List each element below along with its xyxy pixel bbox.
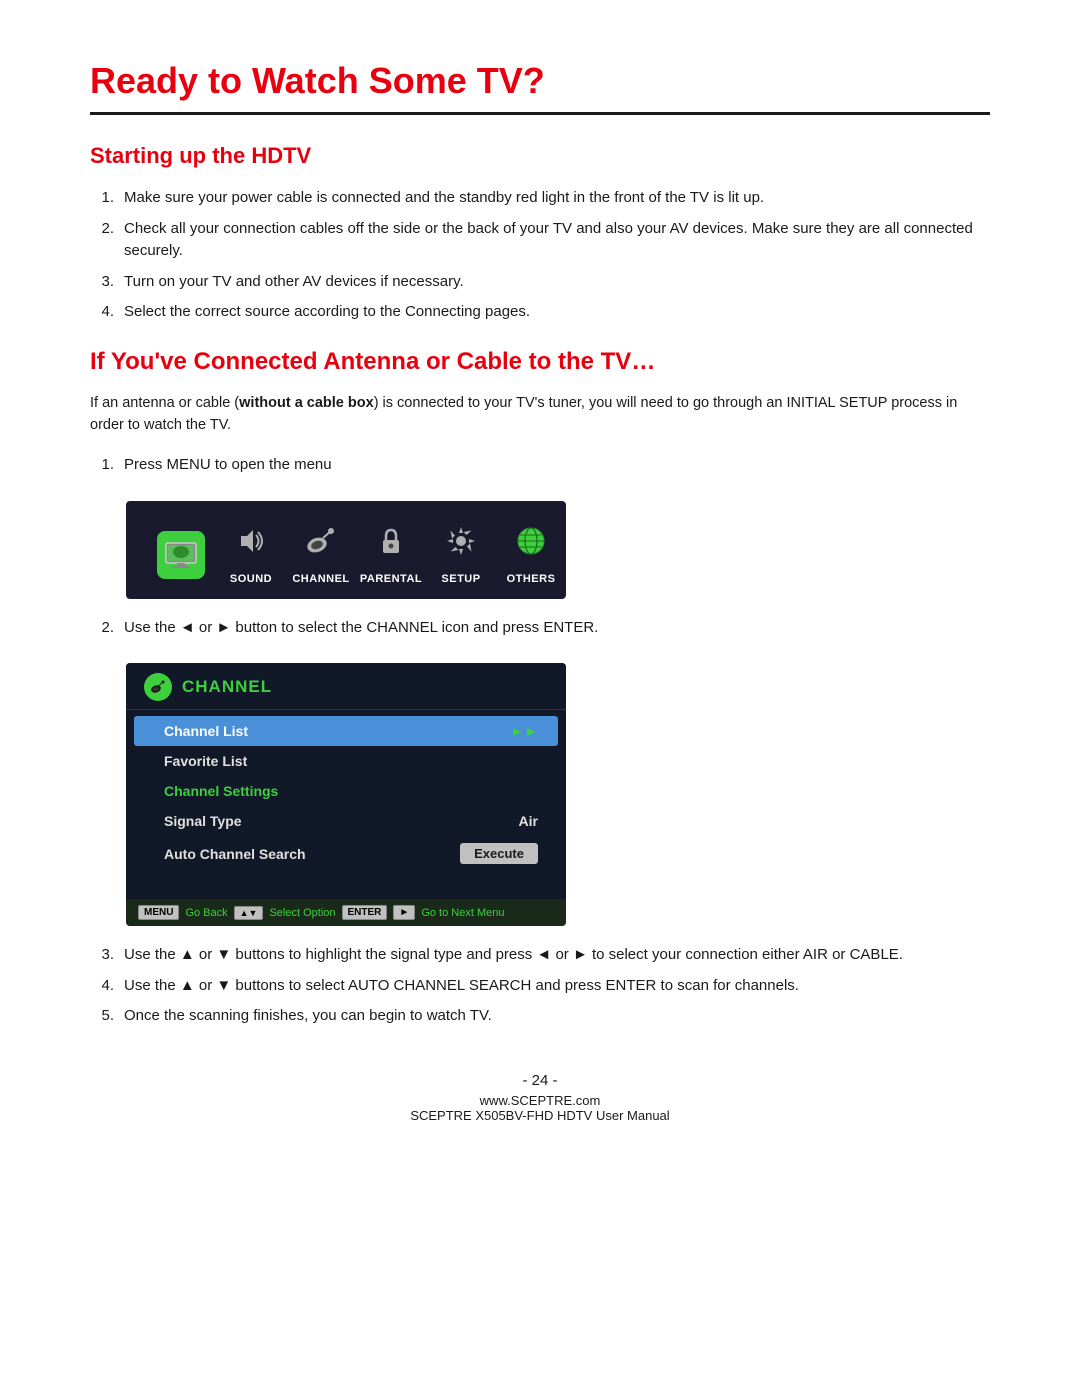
section2-heading: If You've Connected Antenna or Cable to …: [90, 348, 990, 376]
step-text: Once the scanning finishes, you can begi…: [124, 1005, 492, 1028]
select-option-text: Select Option: [269, 907, 335, 919]
channel-row-settings: Channel Settings: [126, 776, 566, 806]
channel-list-value: ►►: [510, 723, 538, 739]
menu-label-setup: SETUP: [441, 573, 480, 585]
execute-button: Execute: [460, 843, 538, 864]
channel-menu-body: Channel List ►► Favorite List Channel Se…: [126, 710, 566, 899]
channel-settings-label: Channel Settings: [164, 783, 278, 799]
menu-item-setup: SETUP: [426, 515, 496, 585]
channel-menu-title: CHANNEL: [182, 677, 272, 697]
menu-item-picture: [146, 531, 216, 585]
sound-icon-wrap: [225, 515, 277, 567]
setup-icon-wrap: [435, 515, 487, 567]
others-icon: [513, 523, 549, 559]
list-item: 5. Once the scanning finishes, you can b…: [90, 1005, 990, 1028]
step-text: Press MENU to open the menu: [124, 454, 332, 477]
title-divider: [90, 112, 990, 115]
channel-icon-wrap: [295, 515, 347, 567]
intro-bold: without a cable box: [239, 395, 374, 411]
step-number: 4.: [90, 975, 114, 998]
section1-heading: Starting up the HDTV: [90, 143, 990, 169]
favorite-list-label: Favorite List: [164, 753, 247, 769]
menu-key: MENU: [138, 905, 179, 920]
list-item: 2. Use the ◄ or ► button to select the C…: [90, 617, 990, 640]
step-number: 5.: [90, 1005, 114, 1028]
menu-label-parental: PARENTAL: [360, 573, 422, 585]
go-back-text: Go Back: [185, 907, 227, 919]
page-footer: - 24 - www.SCEPTRE.com SCEPTRE X505BV-FH…: [90, 1072, 990, 1123]
menu-label-others: OTHERS: [507, 573, 556, 585]
list-item: 3. Use the ▲ or ▼ buttons to highlight t…: [90, 944, 990, 967]
section2-steps-2: 2. Use the ◄ or ► button to select the C…: [90, 617, 990, 640]
menu-label-sound: SOUND: [230, 573, 272, 585]
section2-steps: 1. Press MENU to open the menu: [90, 454, 990, 477]
step-text: Use the ▲ or ▼ buttons to select AUTO CH…: [124, 975, 799, 998]
step-number: 3.: [90, 944, 114, 967]
list-item: 4. Select the correct source according t…: [90, 301, 990, 324]
step-number: 3.: [90, 271, 114, 294]
channel-icon: [303, 523, 339, 559]
signal-type-label: Signal Type: [164, 813, 242, 829]
section1-steps: 1. Make sure your power cable is connect…: [90, 187, 990, 324]
page-title: Ready to Watch Some TV?: [90, 60, 990, 102]
menu-item-sound: SOUND: [216, 515, 286, 585]
right-arrow-key: ►: [393, 905, 415, 920]
menu-item-channel: CHANNEL: [286, 515, 356, 585]
signal-type-value: Air: [519, 813, 538, 829]
channel-header-svg: [149, 678, 167, 696]
tv-menu-screenshot: SOUND CHANNEL PAR: [126, 501, 566, 599]
others-icon-wrap: [505, 515, 557, 567]
step-number: 4.: [90, 301, 114, 324]
channel-row-signaltype: Signal Type Air: [126, 806, 566, 836]
list-item: 3. Turn on your TV and other AV devices …: [90, 271, 990, 294]
list-item: 1. Press MENU to open the menu: [90, 454, 990, 477]
channel-header-icon: [144, 673, 172, 701]
step-number: 1.: [90, 454, 114, 477]
step-text: Make sure your power cable is connected …: [124, 187, 764, 210]
channel-row-favoritelist: Favorite List: [126, 746, 566, 776]
step-text: Use the ▲ or ▼ buttons to highlight the …: [124, 944, 903, 967]
sound-icon: [233, 523, 269, 559]
next-menu-text: Go to Next Menu: [421, 907, 504, 919]
spacer: [126, 871, 566, 893]
list-item: 2. Check all your connection cables off …: [90, 218, 990, 263]
step-text: Turn on your TV and other AV devices if …: [124, 271, 464, 294]
step-number: 2.: [90, 218, 114, 263]
list-item: 4. Use the ▲ or ▼ buttons to select AUTO…: [90, 975, 990, 998]
website: www.SCEPTRE.com: [90, 1093, 990, 1108]
step-number: 2.: [90, 617, 114, 640]
channel-list-label: Channel List: [164, 723, 248, 739]
menu-label-channel: CHANNEL: [292, 573, 349, 585]
page-number: - 24 -: [90, 1072, 990, 1089]
channel-footer: MENU Go Back ▲▼ Select Option ENTER ► Go…: [126, 899, 566, 926]
step-text: Select the correct source according to t…: [124, 301, 530, 324]
manual-name: SCEPTRE X505BV-FHD HDTV User Manual: [90, 1108, 990, 1123]
step-number: 1.: [90, 187, 114, 210]
enter-key: ENTER: [342, 905, 388, 920]
setup-icon: [443, 523, 479, 559]
nav-key: ▲▼: [234, 906, 264, 920]
step-text: Check all your connection cables off the…: [124, 218, 990, 263]
step-text: Use the ◄ or ► button to select the CHAN…: [124, 617, 598, 640]
parental-icon-wrap: [365, 515, 417, 567]
menu-item-parental: PARENTAL: [356, 515, 426, 585]
menu-item-others: OTHERS: [496, 515, 566, 585]
channel-row-autosearch: Auto Channel Search Execute: [126, 836, 566, 871]
list-item: 1. Make sure your power cable is connect…: [90, 187, 990, 210]
picture-icon: [163, 537, 199, 573]
auto-channel-search-label: Auto Channel Search: [164, 846, 306, 862]
section2-steps-3: 3. Use the ▲ or ▼ buttons to highlight t…: [90, 944, 990, 1028]
tv-menu-bar: SOUND CHANNEL PAR: [146, 515, 546, 585]
intro-paragraph: If an antenna or cable (without a cable …: [90, 392, 990, 437]
parental-icon: [373, 523, 409, 559]
channel-header: CHANNEL: [126, 663, 566, 710]
picture-icon-bg: [157, 531, 205, 579]
channel-row-channellist: Channel List ►►: [134, 716, 558, 746]
channel-menu-screenshot: CHANNEL Channel List ►► Favorite List Ch…: [126, 663, 566, 926]
